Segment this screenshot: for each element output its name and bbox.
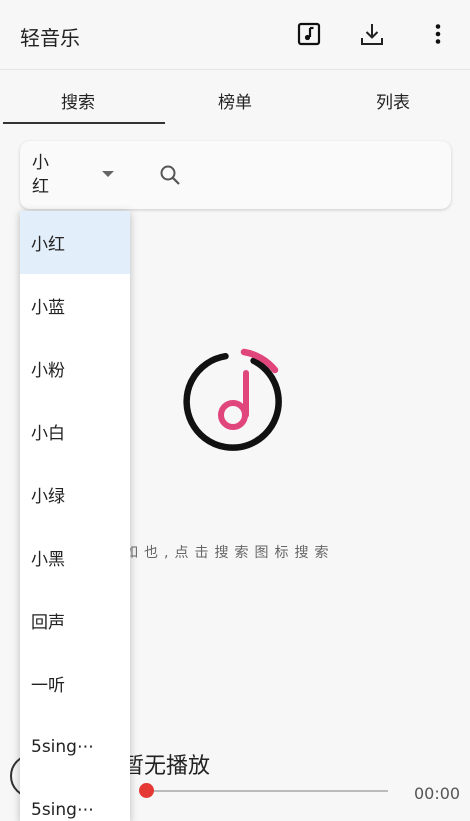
dropdown-option[interactable]: 5sing⋯ <box>20 778 130 821</box>
app-bar: 轻音乐 <box>0 0 470 70</box>
chevron-down-icon[interactable] <box>102 171 114 177</box>
dropdown-option[interactable]: 小黑 <box>20 526 130 589</box>
active-tab-indicator <box>3 122 165 124</box>
dropdown-option[interactable]: 小粉 <box>20 337 130 400</box>
tab-charts[interactable]: 榜单 <box>175 88 295 113</box>
dropdown-option[interactable]: 5sing⋯ <box>20 715 130 778</box>
more-vert-icon[interactable] <box>424 20 452 48</box>
dropdown-option[interactable]: 小红 <box>20 211 130 274</box>
app-title: 轻音乐 <box>20 26 80 50</box>
dropdown-option[interactable]: 小蓝 <box>20 274 130 337</box>
time-display: 00:00 <box>414 784 461 803</box>
now-playing-label: 暂无播放 <box>122 754 211 779</box>
dropdown-option[interactable]: 一听 <box>20 652 130 715</box>
dropdown-option[interactable]: 回声 <box>20 589 130 652</box>
download-icon[interactable] <box>358 20 386 48</box>
source-select[interactable]: 小红 <box>32 151 54 199</box>
empty-state-text: 空空如也,点击搜索图标搜索 <box>84 545 335 561</box>
dropdown-option[interactable]: 小白 <box>20 400 130 463</box>
source-dropdown-menu: 小红 小蓝 小粉 小白 小绿 小黑 回声 一听 5sing⋯ 5sing⋯ <box>20 211 130 821</box>
tab-bar: 搜索 榜单 列表 <box>0 70 470 126</box>
progress-track[interactable] <box>146 790 388 792</box>
search-bar: 小红 <box>20 141 451 209</box>
progress-thumb[interactable] <box>139 783 154 798</box>
search-icon[interactable] <box>158 163 182 187</box>
music-logo-icon <box>183 346 289 458</box>
tab-search[interactable]: 搜索 <box>18 88 138 113</box>
tab-list[interactable]: 列表 <box>333 88 453 113</box>
music-note-icon[interactable] <box>295 20 323 48</box>
dropdown-option[interactable]: 小绿 <box>20 463 130 526</box>
